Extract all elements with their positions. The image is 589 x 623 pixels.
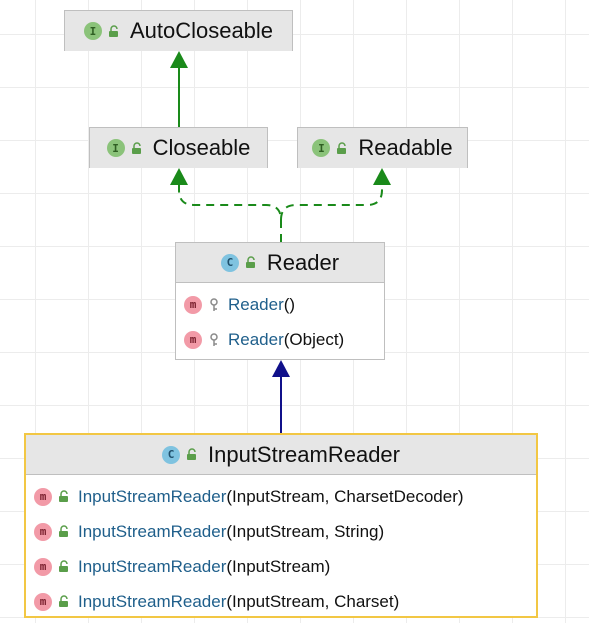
closeable-node[interactable]: I Closeable	[89, 127, 268, 168]
arrowhead-closeable	[170, 168, 188, 185]
node-title: Readable	[358, 135, 453, 160]
readable-node[interactable]: I Readable	[297, 127, 468, 168]
key-icon	[210, 332, 218, 346]
method-name: Reader	[228, 329, 284, 349]
node-title: InputStreamReader	[208, 441, 400, 467]
method-icon: m	[34, 592, 52, 611]
reader-node[interactable]: C Reader m Reader() m Reader (Object)	[175, 242, 385, 360]
unlock-icon	[337, 141, 347, 154]
node-header: C InputStreamReader	[26, 435, 536, 475]
member-list: m Reader() m Reader (Object)	[176, 283, 384, 361]
node-title: Reader	[266, 249, 340, 275]
member-row[interactable]: m Reader()	[176, 287, 384, 322]
unlock-icon	[59, 560, 68, 572]
unlock-icon	[59, 595, 68, 607]
method-name: InputStreamReader	[78, 521, 227, 541]
method-name: Reader	[228, 294, 284, 314]
method-name: InputStreamReader	[78, 556, 227, 576]
node-header: I Readable	[298, 128, 467, 168]
method-name: InputStreamReader	[78, 591, 227, 611]
arrowhead-readable	[373, 168, 391, 185]
unlock-icon	[108, 24, 118, 37]
method-icon: m	[184, 330, 202, 349]
method-icon: m	[184, 295, 202, 314]
inputstreamreader-node[interactable]: C InputStreamReader m InputStreamReader(…	[24, 433, 538, 618]
class-icon: C	[220, 253, 239, 272]
member-list: m InputStreamReader (InputStream, Charset…	[26, 475, 536, 623]
interface-icon: I	[83, 22, 102, 40]
method-name: InputStreamReader	[78, 486, 227, 506]
member-row[interactable]: m InputStreamReader (InputStream, String)	[26, 514, 536, 549]
method-icon: m	[34, 522, 52, 541]
unlock-icon	[187, 448, 196, 460]
unlock-icon	[59, 490, 68, 502]
method-args: (Object)	[283, 329, 345, 349]
unlock-icon	[131, 141, 141, 154]
member-row[interactable]: m InputStreamReader (InputStream)	[26, 549, 536, 584]
node-header: I Closeable	[90, 128, 267, 168]
autocloseable-node[interactable]: I AutoCloseable	[64, 10, 293, 51]
method-icon: m	[34, 557, 52, 576]
node-header: I AutoCloseable	[65, 11, 292, 51]
edge-reader-to-closeable	[178, 185, 282, 242]
class-icon: C	[162, 445, 180, 464]
method-icon: m	[34, 487, 52, 506]
interface-icon: I	[106, 139, 125, 157]
method-args: (InputStream, CharsetDecoder)	[226, 486, 464, 506]
node-header: C Reader	[176, 243, 384, 283]
unlock-icon	[245, 256, 255, 268]
node-title: AutoCloseable	[129, 18, 274, 43]
node-title: Closeable	[152, 135, 251, 160]
method-args: (InputStream, Charset)	[226, 591, 400, 611]
arrowhead-autocloseable	[170, 51, 188, 68]
member-row[interactable]: m InputStreamReader (InputStream, Charset…	[26, 479, 536, 514]
member-row[interactable]: m Reader (Object)	[176, 322, 384, 357]
edge-reader-to-readable	[280, 185, 383, 221]
unlock-icon	[59, 525, 68, 537]
method-args: (InputStream)	[226, 556, 331, 576]
method-args: (InputStream, String)	[226, 521, 385, 541]
key-icon	[210, 297, 218, 311]
method-args: ()	[283, 294, 296, 314]
member-row[interactable]: m InputStreamReader (InputStream, Charset…	[26, 584, 536, 619]
interface-icon: I	[312, 139, 331, 157]
arrowhead-reader	[272, 360, 290, 377]
